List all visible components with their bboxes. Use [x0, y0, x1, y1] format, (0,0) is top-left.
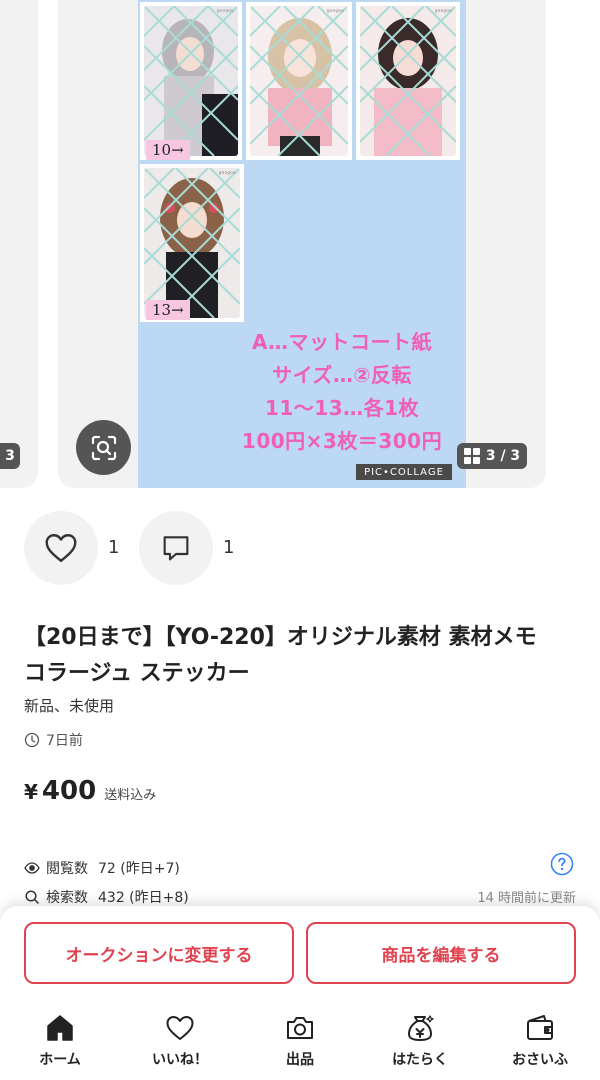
edit-item-button[interactable]: 商品を編集する [306, 922, 576, 984]
grid-icon [463, 448, 480, 464]
stats-updated-time: 14 時間前に更新 [477, 891, 576, 906]
price-value: 400 [41, 776, 97, 806]
sticker-number-tag: 13→ [146, 300, 190, 320]
tab-label: おさいふ [512, 1052, 568, 1068]
collage-caption-line: サイズ…②反転 [272, 363, 412, 387]
views-stat: 閲覧数 72 (昨日+7) [24, 858, 180, 878]
posted-time-text: 7日前 [46, 733, 83, 749]
comment-button[interactable] [139, 511, 213, 585]
like-count: 1 [108, 537, 120, 558]
collage-caption-line: 11〜13…各1枚 [264, 396, 420, 420]
product-condition: 新品、未使用 [24, 697, 115, 715]
tab-label: ホーム [39, 1052, 81, 1068]
image-carousel[interactable]: 3 ᵍᵒᵒᵍᵒᵒ 10→ ᵍᵒᵒᵍᵒᵒ ᵍᵒᵒᵍᵒᵒ ᵍᵒᵒᵍᵒᵒ 13→ A…… [0, 0, 600, 488]
money-bag-icon [408, 1015, 434, 1041]
views-label: 閲覧数 [46, 861, 88, 877]
bottom-action-panel: オークションに変更する 商品を編集する ホーム いいね！ 出品 はたらく おさい… [0, 906, 600, 1080]
comment-count: 1 [223, 537, 235, 558]
home-icon [47, 1015, 73, 1041]
comment-icon [163, 536, 189, 561]
previous-image-card[interactable] [0, 0, 38, 488]
search-value: 432 (昨日+8) [98, 890, 189, 906]
collage-caption-line: A…マットコート紙 [252, 330, 432, 354]
scan-search-icon [91, 435, 116, 460]
tab-wallet[interactable]: おさいふ [480, 1006, 600, 1080]
page-counter-text: 3 / 3 [485, 448, 521, 464]
search-icon [25, 890, 39, 904]
tab-label: いいね！ [152, 1052, 208, 1068]
product-title-line: コラージュ ステッカー [24, 661, 250, 686]
like-button[interactable] [24, 511, 98, 585]
product-image-collage[interactable]: ᵍᵒᵒᵍᵒᵒ 10→ ᵍᵒᵒᵍᵒᵒ ᵍᵒᵒᵍᵒᵒ ᵍᵒᵒᵍᵒᵒ 13→ A…マッ… [138, 0, 466, 488]
collage-caption-line: 100円×3枚＝300円 [241, 429, 443, 453]
posted-time: 7日前 [24, 730, 83, 750]
shipping-included-label: 送料込み [104, 788, 157, 803]
search-label: 検索数 [46, 890, 88, 906]
pic-collage-watermark: PIC•COLLAGE [356, 464, 452, 480]
clock-icon [24, 732, 40, 748]
views-value: 72 (昨日+7) [98, 861, 180, 877]
sticker-photo: ᵍᵒᵒᵍᵒᵒ [356, 2, 460, 160]
previous-image-counter: 3 [0, 443, 20, 469]
tab-work[interactable]: はたらく [360, 1006, 480, 1080]
eye-icon [24, 862, 40, 874]
tab-sell[interactable]: 出品 [240, 1006, 360, 1080]
wallet-icon [527, 1015, 553, 1040]
help-icon[interactable] [550, 852, 574, 876]
sticker-photo: ᵍᵒᵒᵍᵒᵒ 13→ [140, 164, 244, 322]
heart-icon [45, 534, 77, 562]
currency-symbol: ¥ [24, 780, 38, 804]
bottom-tab-bar: ホーム いいね！ 出品 はたらく おさいふ [0, 1006, 600, 1080]
image-page-counter: 3 / 3 [457, 443, 527, 469]
tab-label: はたらく [392, 1052, 448, 1068]
main-image-card[interactable]: ᵍᵒᵒᵍᵒᵒ 10→ ᵍᵒᵒᵍᵒᵒ ᵍᵒᵒᵍᵒᵒ ᵍᵒᵒᵍᵒᵒ 13→ A…マッ… [58, 0, 546, 488]
tab-home[interactable]: ホーム [0, 1006, 120, 1080]
tab-likes[interactable]: いいね！ [120, 1006, 240, 1080]
heart-icon [166, 1016, 194, 1040]
sticker-number-tag: 10→ [146, 140, 190, 160]
camera-icon [287, 1017, 313, 1039]
tab-label: 出品 [286, 1052, 314, 1068]
search-stat: 検索数 432 (昨日+8) [24, 887, 189, 907]
sticker-photo: ᵍᵒᵒᵍᵒᵒ 10→ [140, 2, 242, 160]
sticker-photo: ᵍᵒᵒᵍᵒᵒ [246, 2, 352, 160]
product-title: 【20日まで】【YO-220】オリジナル素材 素材メモ コラージュ ステッカー [24, 620, 580, 692]
price-block: ¥ 400 送料込み [24, 776, 156, 806]
change-to-auction-button[interactable]: オークションに変更する [24, 922, 294, 984]
product-title-line: 【20日まで】【YO-220】オリジナル素材 素材メモ [24, 625, 537, 650]
image-zoom-button[interactable] [76, 420, 131, 475]
